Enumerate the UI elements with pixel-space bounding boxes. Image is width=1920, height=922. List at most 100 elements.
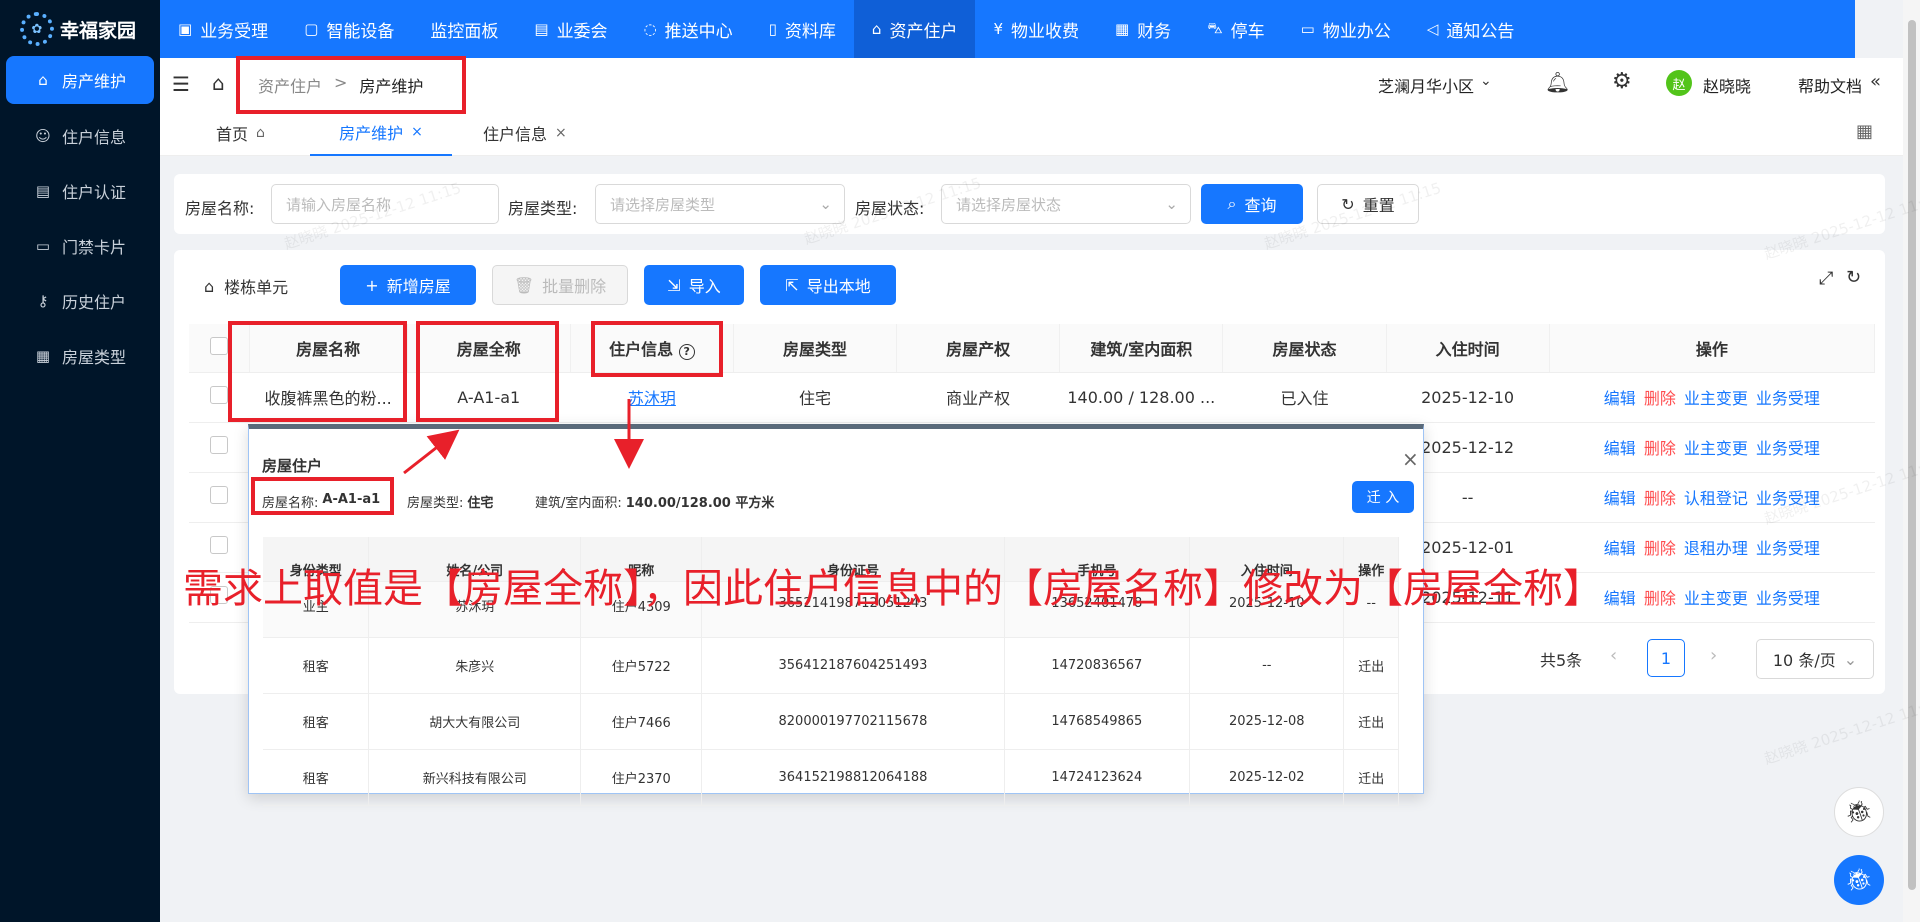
nav-business[interactable]: ▣ 业务受理 — [160, 0, 286, 58]
nav-assets[interactable]: ⌂ 资产住户 — [853, 0, 976, 58]
nav-library[interactable]: ▯ 资料库 — [751, 0, 854, 58]
move-out-link[interactable]: 迁出 — [1343, 749, 1399, 806]
double-chevron-left-icon[interactable]: « — [1870, 71, 1881, 92]
move-out-link[interactable]: 迁出 — [1343, 637, 1399, 694]
nav-label: 监控面板 — [430, 21, 499, 42]
nav-push[interactable]: ◌ 推送中心 — [626, 0, 751, 58]
gear-icon[interactable]: ⚙ — [1612, 69, 1632, 94]
business-link[interactable]: 业务受理 — [1756, 389, 1820, 408]
refresh-icon[interactable]: ↻ — [1846, 267, 1861, 288]
page-number[interactable]: 1 — [1647, 639, 1685, 677]
business-link[interactable]: 业务受理 — [1756, 539, 1820, 558]
row-checkbox[interactable] — [210, 436, 229, 454]
sidebar-item-house-maintenance[interactable]: ⌂ 房产维护 — [6, 56, 154, 104]
edit-link[interactable]: 编辑 — [1604, 589, 1636, 608]
owner-change-link[interactable]: 业主变更 — [1684, 389, 1748, 408]
query-button[interactable]: ⌕ 查询 — [1201, 184, 1303, 224]
bug-icon[interactable]: 🐞︎ — [1834, 787, 1884, 837]
fullscreen-icon[interactable]: ⤢ — [1819, 268, 1833, 289]
select-all-checkbox[interactable] — [209, 336, 228, 355]
business-link[interactable]: 业务受理 — [1756, 589, 1820, 608]
page-size-select[interactable]: 10 条/页 ⌄ — [1756, 639, 1874, 679]
menu-fold-icon[interactable]: ☰ — [172, 72, 190, 96]
owner-change-link[interactable]: 业主变更 — [1684, 589, 1748, 608]
sidebar-item-history-resident[interactable]: ⚷ 历史住户 — [6, 277, 154, 325]
tabs-bar: 首页 ⌂ 房产维护 × 住户信息 × ▦ — [160, 110, 1903, 156]
delete-link[interactable]: 删除 — [1644, 389, 1676, 408]
home-icon[interactable]: ⌂ — [212, 71, 225, 95]
batch-delete-button[interactable]: 🗑︎ 批量删除 — [492, 265, 628, 305]
edit-link[interactable]: 编辑 — [1604, 439, 1636, 458]
car-icon: ⛍ — [1207, 19, 1223, 37]
nav-finance[interactable]: ▦ 财务 — [1097, 0, 1189, 58]
community-name: 芝澜月华小区 — [1378, 77, 1475, 96]
row-checkbox[interactable] — [210, 536, 229, 554]
nav-notice[interactable]: ◁ 通知公告 — [1409, 0, 1533, 58]
chevron-right-icon[interactable]: › — [1710, 645, 1717, 666]
close-icon[interactable]: × — [555, 125, 567, 141]
bug-report-icon[interactable]: 🐞︎ — [1834, 855, 1884, 905]
sidebar-item-resident-auth[interactable]: ▤ 住户认证 — [6, 167, 154, 215]
tab-resident-info[interactable]: 住户信息 × — [483, 110, 567, 156]
nav-fees[interactable]: ¥ 物业收费 — [975, 0, 1097, 58]
sidebar-item-resident-info[interactable]: ☺ 住户信息 — [6, 112, 154, 160]
search-icon: ⌕ — [1227, 194, 1237, 213]
import-icon: ⇲ — [667, 275, 681, 295]
app-logo[interactable]: ✿ 幸福家园 — [0, 0, 160, 58]
edit-link[interactable]: 编辑 — [1604, 489, 1636, 508]
top-nav: ▣ 业务受理 ▢ 智能设备 监控面板 ▤ 业委会 ◌ 推送中心 ▯ 资料库 ⌂ 资产住户 ¥… — [160, 0, 1855, 58]
building-tree-toggle[interactable]: ⌂ 楼栋单元 — [204, 274, 288, 298]
nav-label: 物业办公 — [1322, 21, 1391, 42]
grid-icon[interactable]: ▦ — [1856, 121, 1873, 142]
tab-label: 住户信息 — [483, 125, 548, 144]
nav-parking[interactable]: ⛍ 停车 — [1189, 0, 1282, 58]
add-house-button[interactable]: + 新增房屋 — [340, 265, 476, 305]
table-header-row: 房屋名称 房屋全称 住户信息 ? 房屋类型 房屋产权 建筑/室内面积 房屋状态 … — [189, 324, 1876, 373]
edit-link[interactable]: 编辑 — [1604, 389, 1636, 408]
nick-cell: 住户2370 — [580, 749, 703, 806]
sidebar-item-house-type[interactable]: ▦ 房屋类型 — [6, 332, 154, 380]
sidebar-item-access-card[interactable]: ▭ 门禁卡片 — [6, 222, 154, 270]
nav-monitor[interactable]: 监控面板 — [412, 0, 516, 58]
date-cell: 2025-12-08 — [1189, 693, 1345, 750]
tab-home[interactable]: 首页 ⌂ — [216, 110, 265, 156]
nav-office[interactable]: ▭ 物业办公 — [1283, 0, 1409, 58]
import-button[interactable]: ⇲ 导入 — [644, 265, 744, 305]
move-in-button[interactable]: 迁 入 — [1352, 481, 1414, 513]
rent-register-link[interactable]: 认租登记 — [1684, 489, 1748, 508]
close-icon[interactable]: × — [1402, 447, 1419, 471]
move-out-link[interactable]: 迁出 — [1343, 693, 1399, 750]
help-link[interactable]: 帮助文档 — [1798, 73, 1862, 97]
delete-link[interactable]: 删除 — [1644, 439, 1676, 458]
delete-link[interactable]: 删除 — [1644, 589, 1676, 608]
delete-link[interactable]: 删除 — [1644, 539, 1676, 558]
delete-link[interactable]: 删除 — [1644, 489, 1676, 508]
owner-change-link[interactable]: 业主变更 — [1684, 439, 1748, 458]
breadcrumb-parent[interactable]: 资产住户 — [258, 73, 322, 97]
row-checkbox[interactable] — [210, 386, 229, 404]
tab-label: 房产维护 — [339, 124, 404, 143]
nav-committee[interactable]: ▤ 业委会 — [516, 0, 625, 58]
business-link[interactable]: 业务受理 — [1756, 439, 1820, 458]
plus-icon: + — [365, 275, 379, 295]
annotation-arrows — [403, 399, 644, 475]
scrollbar-thumb[interactable] — [1908, 20, 1916, 890]
rent-out-link[interactable]: 退租办理 — [1684, 539, 1748, 558]
row-checkbox[interactable] — [210, 486, 229, 504]
community-select[interactable]: 芝澜月华小区 ⌄ — [1378, 73, 1492, 97]
nav-smart-device[interactable]: ▢ 智能设备 — [286, 0, 412, 58]
bell-icon[interactable]: 🔔︎ — [1545, 70, 1570, 94]
tab-house-maintenance[interactable]: 房产维护 × — [310, 110, 452, 156]
avatar[interactable]: 赵 — [1666, 70, 1692, 96]
question-circle-icon[interactable]: ? — [678, 343, 695, 360]
chevron-down-icon: ⌄ — [1165, 195, 1178, 213]
trash-icon: 🗑︎ — [513, 275, 535, 295]
export-button[interactable]: ⇱ 导出本地 — [760, 265, 896, 305]
close-icon[interactable]: × — [411, 124, 423, 140]
chevron-left-icon[interactable]: ‹ — [1610, 645, 1617, 666]
user-name[interactable]: 赵晓晓 — [1703, 73, 1751, 97]
edit-link[interactable]: 编辑 — [1604, 539, 1636, 558]
house-type-select[interactable]: 请选择房屋类型 ⌄ — [595, 184, 845, 224]
button-label: 新增房屋 — [386, 277, 451, 296]
select-all-cell[interactable] — [189, 324, 250, 373]
